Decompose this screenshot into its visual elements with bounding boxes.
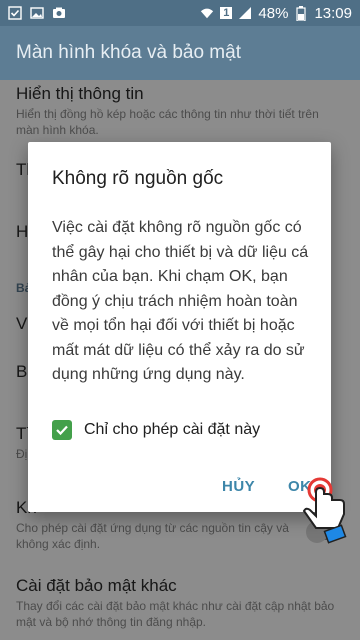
unknown-sources-dialog: Không rõ nguồn gốc Việc cài đặt không rõ… (28, 142, 331, 512)
status-bar: 1 48% 13:09 (0, 0, 360, 26)
cancel-button[interactable]: HỦY (222, 478, 255, 495)
tap-hand-icon (302, 477, 347, 544)
dialog-message: Việc cài đặt không rõ nguồn gốc có thể g… (52, 219, 309, 383)
battery-percent: 48% (258, 4, 289, 22)
battery-icon (294, 5, 308, 21)
page-title: Màn hình khóa và bảo mật (16, 42, 241, 63)
checkbox[interactable] (52, 420, 72, 440)
check-icon (8, 6, 22, 20)
check-icon (56, 425, 68, 436)
sim-indicator: 1 (220, 7, 233, 19)
allow-once-checkbox-row[interactable]: Chỉ cho phép cài đặt này (52, 420, 260, 440)
signal-icon (238, 6, 252, 20)
wifi-icon (200, 6, 214, 20)
dialog-title: Không rõ nguồn gốc (52, 168, 224, 189)
app-bar: Màn hình khóa và bảo mật (0, 26, 360, 80)
checkbox-label: Chỉ cho phép cài đặt này (84, 421, 261, 438)
image-icon (30, 6, 44, 20)
camera-icon (52, 6, 66, 20)
clock: 13:09 (314, 4, 352, 22)
